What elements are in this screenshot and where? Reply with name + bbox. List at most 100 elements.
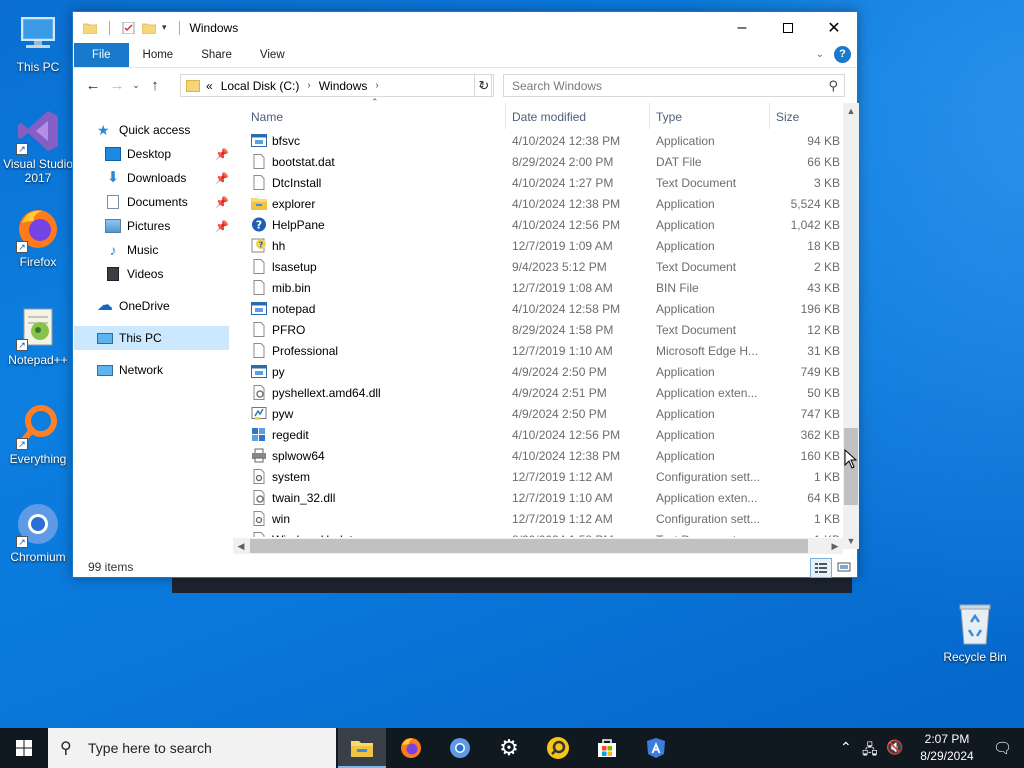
nav-item-onedrive[interactable]: ☁ OneDrive [97,294,233,318]
desktop-icon-visual-studio[interactable]: ↗ Visual Studio 2017 [0,107,76,185]
back-button[interactable]: ← [81,77,105,94]
file-row[interactable]: ? hh 12/7/2019 1:09 AM Application 18 KB [233,235,840,256]
details-view-button[interactable] [810,558,832,578]
customize-toolbar-icon[interactable]: ▾ [162,22,167,33]
address-bar[interactable]: « Local Disk (C:) › Windows › ⌄ [180,74,492,97]
file-row[interactable]: mib.bin 12/7/2019 1:08 AM BIN File 43 KB [233,277,840,298]
new-folder-icon[interactable] [142,22,156,34]
column-header-date[interactable]: Date modified [512,105,652,129]
taskbar-app-a[interactable] [632,728,680,768]
taskbar-microsoft-store[interactable] [583,728,631,768]
large-icons-view-button[interactable] [834,558,856,578]
nav-item-desktop[interactable]: Desktop 📌 [105,142,229,166]
maximize-button[interactable] [765,12,811,43]
file-row[interactable]: WindowsUpdate 8/29/2024 1:58 PM Text Docum… [233,529,840,537]
expand-ribbon-icon[interactable]: ⌄ [816,49,824,60]
start-button[interactable] [0,728,48,768]
nav-item-documents[interactable]: Documents 📌 [105,190,229,214]
file-row[interactable]: DtcInstall 4/10/2024 1:27 PM Text Document… [233,172,840,193]
desktop-icon-recycle-bin[interactable]: Recycle Bin [937,600,1013,664]
tab-file[interactable]: File [74,43,129,67]
file-row[interactable]: system 12/7/2019 1:12 AM Configuration set… [233,466,840,487]
scroll-left-icon[interactable]: ◀ [233,538,249,554]
refresh-button[interactable]: ↻ [474,74,494,97]
title-bar[interactable]: ▾ Windows – ✕ [73,12,857,43]
show-hidden-icons-chevron-icon[interactable]: ⌃ [840,739,852,756]
tab-share[interactable]: Share [187,43,246,67]
horizontal-scrollbar[interactable]: ◀ ▶ [233,538,843,554]
file-row[interactable]: ? HelpPane 4/10/2024 12:56 PM Application 1,… [233,214,840,235]
taskbar-chromium[interactable] [436,728,484,768]
nav-item-this-pc[interactable]: This PC [74,326,229,350]
network-icon[interactable]: 🖧 [862,739,878,763]
desktop-icon-firefox[interactable]: ↗ Firefox [0,205,76,269]
file-row[interactable]: lsasetup 9/4/2023 5:12 PM Text Document 2 K… [233,256,840,277]
file-row[interactable]: pyw 4/9/2024 2:50 PM Application 747 KB [233,403,840,424]
file-row[interactable]: notepad 4/10/2024 12:58 PM Application 196 … [233,298,840,319]
desktop-icon-this-pc[interactable]: This PC [0,10,76,74]
column-header-size[interactable]: Size [776,105,836,129]
tab-view[interactable]: View [246,43,299,67]
help-button[interactable]: ? [834,46,851,63]
taskbar-settings[interactable]: ⚙ [485,728,533,768]
desktop-icon-label: Recycle Bin [943,650,1007,664]
desktop-icon-notepad-plus-plus[interactable]: ↗ Notepad++ [0,303,76,367]
notifications-icon[interactable]: 🗨 [993,739,1012,757]
file-row[interactable]: twain_32.dll 12/7/2019 1:10 AM Application… [233,487,840,508]
taskbar-search-box[interactable]: ⚲ Type here to search [48,728,336,768]
tab-home[interactable]: Home [129,43,188,67]
pin-icon[interactable]: 📌 [215,196,229,209]
minimize-button[interactable]: – [719,12,765,43]
column-divider[interactable] [505,103,506,129]
file-row[interactable]: bfsvc 4/10/2024 12:38 PM Application 94 KB [233,130,840,151]
taskbar-firefox[interactable] [387,728,435,768]
up-button[interactable]: ↑ [143,77,167,94]
nav-item-network[interactable]: Network [97,358,233,382]
column-divider[interactable] [769,103,770,129]
file-row[interactable]: PFRO 8/29/2024 1:58 PM Text Document 12 KB [233,319,840,340]
file-row[interactable]: pyshellext.amd64.dll 4/9/2024 2:51 PM Appl… [233,382,840,403]
nav-item-videos[interactable]: Videos [105,262,229,286]
properties-icon[interactable] [122,21,136,34]
file-row[interactable]: regedit 4/10/2024 12:56 PM Application 362 … [233,424,840,445]
close-button[interactable]: ✕ [811,12,857,43]
taskbar-everything[interactable] [534,728,582,768]
file-row[interactable]: Professional 12/7/2019 1:10 AM Microsoft E… [233,340,840,361]
scroll-up-icon[interactable]: ▲ [843,103,859,119]
desktop-icon-chromium[interactable]: ↗ Chromium [0,500,76,564]
file-explorer-window[interactable]: ▾ Windows – ✕ File Home Share View ⌄ ? ←… [72,11,859,578]
pin-icon[interactable]: 📌 [215,148,229,161]
nav-item-quick-access[interactable]: ★ Quick access [97,118,233,142]
clock[interactable]: 2:07 PM 8/29/2024 [912,731,982,765]
forward-button[interactable]: → [105,77,129,94]
desktop-icon-everything[interactable]: ↗ Everything [0,402,76,466]
breadcrumb-windows[interactable]: Windows [319,79,368,93]
breadcrumb-chevron-icon[interactable]: › [375,80,378,91]
column-divider[interactable] [649,103,650,129]
file-row[interactable]: splwow64 4/10/2024 12:38 PM Application 160… [233,445,840,466]
scroll-right-icon[interactable]: ▶ [827,538,843,554]
search-icon: ⚲ [828,78,838,93]
column-header-name[interactable]: Name [251,105,506,129]
file-row[interactable]: py 4/9/2024 2:50 PM Application 749 KB [233,361,840,382]
breadcrumb-local-disk[interactable]: Local Disk (C:) [221,79,300,93]
nav-item-music[interactable]: ♪ Music [105,238,229,262]
maximize-icon [783,22,793,33]
horizontal-scroll-thumb[interactable] [250,539,808,553]
address-overflow[interactable]: « [206,79,213,93]
column-header-type[interactable]: Type [656,105,766,129]
volume-muted-icon[interactable]: 🔇 [886,739,903,756]
pin-icon[interactable]: 📌 [215,220,229,233]
file-row[interactable]: win 12/7/2019 1:12 AM Configuration sett..… [233,508,840,529]
breadcrumb-chevron-icon[interactable]: › [307,80,310,91]
file-row[interactable]: bootstat.dat 8/29/2024 2:00 PM DAT File 66 … [233,151,840,172]
search-input[interactable]: Search Windows ⚲ [503,74,845,97]
file-row[interactable]: explorer 4/10/2024 12:38 PM Application 5,5… [233,193,840,214]
pin-icon[interactable]: 📌 [215,172,229,185]
scroll-down-icon[interactable]: ▼ [843,533,859,549]
nav-item-pictures[interactable]: Pictures 📌 [105,214,229,238]
nav-item-downloads[interactable]: ⬇ Downloads 📌 [105,166,229,190]
recent-locations-button[interactable]: ⌄ [129,80,143,91]
vertical-scrollbar[interactable]: ▲ ▼ [843,103,859,549]
taskbar-file-explorer[interactable] [338,728,386,768]
